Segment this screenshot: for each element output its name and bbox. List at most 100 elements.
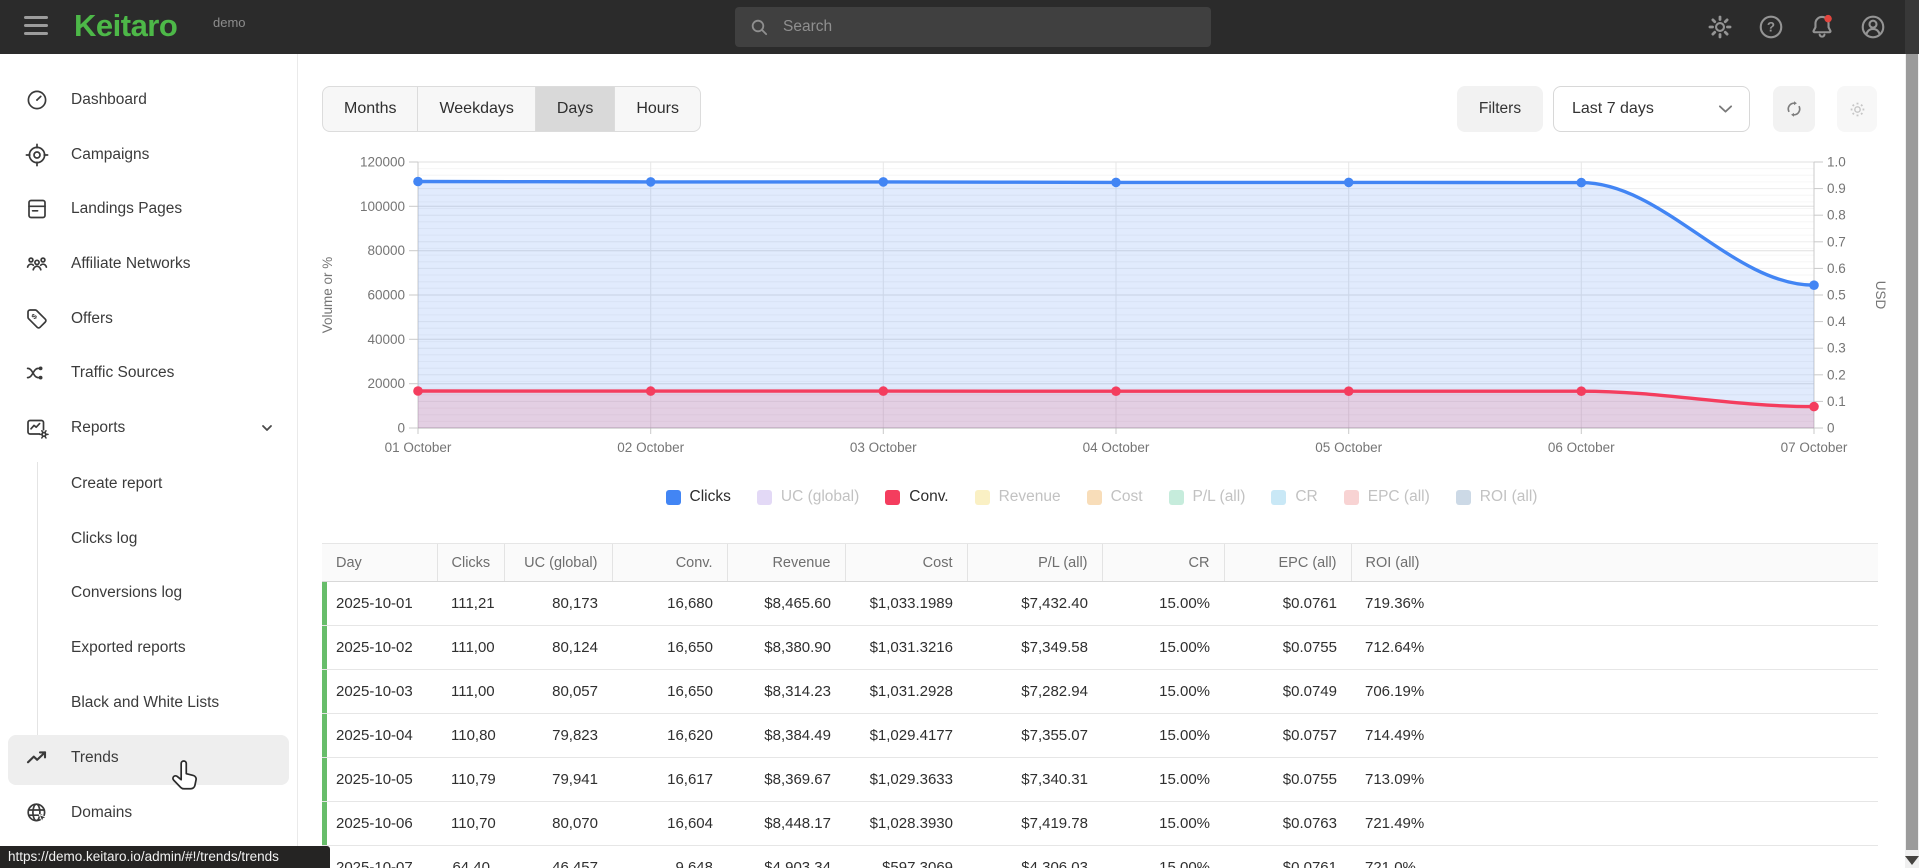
sidebar-item-traffic-sources[interactable]: Traffic Sources [0, 351, 297, 395]
svg-text:20000: 20000 [367, 376, 405, 391]
scrollbar-thumb[interactable] [1906, 54, 1918, 850]
table-cell: 2025-10-04 [322, 713, 437, 758]
table-cell: $1,031.2928 [845, 669, 967, 714]
table-cell: 15.00% [1102, 713, 1224, 758]
offers-tag-icon: $ [27, 309, 47, 329]
svg-text:0.1: 0.1 [1827, 394, 1846, 409]
legend-label: Conv. [909, 488, 949, 505]
column-header-epc-all[interactable]: EPC (all) [1223, 543, 1351, 582]
sidebar: Dashboard Campaigns Landings Pages Affil… [0, 54, 298, 868]
scrollbar[interactable] [1905, 0, 1919, 868]
legend-label: Clicks [689, 488, 731, 505]
legend-item-p-l-all[interactable]: P/L (all) [1168, 488, 1245, 506]
sidebar-item-domains[interactable]: Domains [0, 791, 297, 835]
legend-label: Cost [1110, 488, 1143, 505]
table-cell: 714.49% [1351, 713, 1878, 758]
search-input[interactable] [781, 17, 1211, 37]
table-row: 2025-10-02 111,00 80,124 16,650 $8,380.90 $1,… [322, 625, 1878, 670]
table-cell: 9,648 [612, 845, 727, 868]
table-row: 2025-10-07 64,40 46,457 9,648 $4,903.34 $597.… [322, 845, 1878, 868]
sidebar-label: Create report [71, 475, 163, 492]
column-header-p-l-all[interactable]: P/L (all) [966, 543, 1102, 582]
sidebar-item-reports[interactable]: Reports [0, 406, 297, 450]
legend-item-roi-all[interactable]: ROI (all) [1455, 488, 1537, 506]
table-cell: 79,941 [504, 757, 612, 802]
tab-days[interactable]: Days [534, 87, 615, 131]
table-cell: 16,680 [612, 581, 727, 626]
table-cell: 15.00% [1102, 801, 1224, 846]
table-cell: 15.00% [1102, 757, 1224, 802]
table-cell: $0.0761 [1224, 845, 1351, 868]
brand-logo[interactable]: Keitaro [74, 8, 178, 44]
column-header-revenue[interactable]: Revenue [726, 543, 845, 582]
legend-item-conv[interactable]: Conv. [885, 488, 949, 506]
sidebar-item-exported-reports[interactable]: Exported reports [0, 626, 297, 670]
sidebar-label: Landings Pages [71, 200, 183, 217]
svg-text:06 October: 06 October [1548, 440, 1615, 455]
topbar: Keitaro demo ? [0, 0, 1919, 54]
reports-icon [27, 419, 49, 439]
column-header-day[interactable]: Day [322, 543, 437, 582]
table-cell: $4,903.34 [727, 845, 845, 868]
chart-legend: Clicks UC (global) Conv. Revenue Cost P/L (al… [298, 488, 1905, 506]
table-cell: $1,031.3216 [845, 625, 967, 670]
sidebar-item-trends[interactable]: Trends [0, 736, 297, 780]
legend-label: EPC (all) [1367, 488, 1430, 505]
sidebar-item-dashboard[interactable]: Dashboard [0, 78, 297, 122]
sidebar-label: Campaigns [71, 146, 150, 163]
sidebar-item-campaigns[interactable]: Campaigns [0, 133, 297, 177]
notifications-bell-icon[interactable] [1808, 13, 1836, 41]
tab-hours[interactable]: Hours [614, 87, 700, 131]
table-cell: $1,029.4177 [845, 713, 967, 758]
svg-text:0.9: 0.9 [1827, 181, 1846, 196]
sidebar-label: Black and White Lists [71, 694, 220, 711]
svg-text:80000: 80000 [367, 243, 405, 258]
svg-text:07 October: 07 October [1781, 440, 1848, 455]
tab-weekdays[interactable]: Weekdays [417, 87, 534, 131]
sidebar-item-create-report[interactable]: Create report [0, 462, 297, 506]
sidebar-item-landing-pages[interactable]: Landings Pages [0, 187, 297, 231]
svg-text:04 October: 04 October [1083, 440, 1150, 455]
chevron-down-icon [262, 425, 272, 431]
legend-item-uc-global[interactable]: UC (global) [756, 488, 860, 506]
table-cell: $8,465.60 [727, 581, 845, 626]
table-cell: 16,650 [612, 625, 727, 670]
sidebar-item-conversions-log[interactable]: Conversions log [0, 571, 297, 615]
status-url-tooltip: https://demo.keitaro.io/admin/#!/trends/… [0, 846, 330, 868]
table-cell: 15.00% [1102, 625, 1224, 670]
column-header-cost[interactable]: Cost [844, 543, 967, 582]
column-header-conv[interactable]: Conv. [611, 543, 727, 582]
legend-swatch [1086, 489, 1102, 505]
table-cell: $0.0755 [1224, 625, 1351, 670]
svg-text:Volume or %: Volume or % [320, 257, 335, 334]
help-icon[interactable]: ? [1757, 13, 1785, 41]
legend-item-revenue[interactable]: Revenue [974, 488, 1061, 506]
legend-item-cr[interactable]: CR [1271, 488, 1318, 506]
column-header-cr[interactable]: CR [1101, 543, 1224, 582]
table-cell: $0.0757 [1224, 713, 1351, 758]
table-cell: $7,419.78 [967, 801, 1102, 846]
tab-months[interactable]: Months [323, 87, 417, 131]
sidebar-item-offers[interactable]: $ Offers [0, 297, 297, 341]
column-header-clicks[interactable]: Clicks [436, 543, 504, 582]
legend-item-cost[interactable]: Cost [1086, 488, 1143, 506]
svg-text:01 October: 01 October [385, 440, 452, 455]
sidebar-item-affiliate-networks[interactable]: Affiliate Networks [0, 242, 297, 286]
sidebar-label: Traffic Sources [71, 364, 175, 381]
svg-text:0.4: 0.4 [1827, 314, 1846, 329]
global-search[interactable] [735, 7, 1211, 47]
sidebar-item-black-white-lists[interactable]: Black and White Lists [0, 681, 297, 725]
legend-item-clicks[interactable]: Clicks [665, 488, 731, 506]
settings-gear-icon[interactable] [1706, 13, 1734, 41]
column-header-roi-all[interactable]: ROI (all) [1350, 543, 1878, 582]
svg-text:120000: 120000 [360, 155, 405, 170]
legend-item-epc-all[interactable]: EPC (all) [1343, 488, 1430, 506]
table-cell: 79,823 [504, 713, 612, 758]
sidebar-item-clicks-log[interactable]: Clicks log [0, 517, 297, 561]
table-cell: $1,029.3633 [845, 757, 967, 802]
menu-toggle-button[interactable] [24, 16, 48, 38]
column-header-uc-global[interactable]: UC (global) [503, 543, 612, 582]
legend-label: UC (global) [780, 488, 860, 505]
user-avatar-icon[interactable] [1859, 13, 1887, 41]
svg-text:0: 0 [1827, 421, 1835, 436]
